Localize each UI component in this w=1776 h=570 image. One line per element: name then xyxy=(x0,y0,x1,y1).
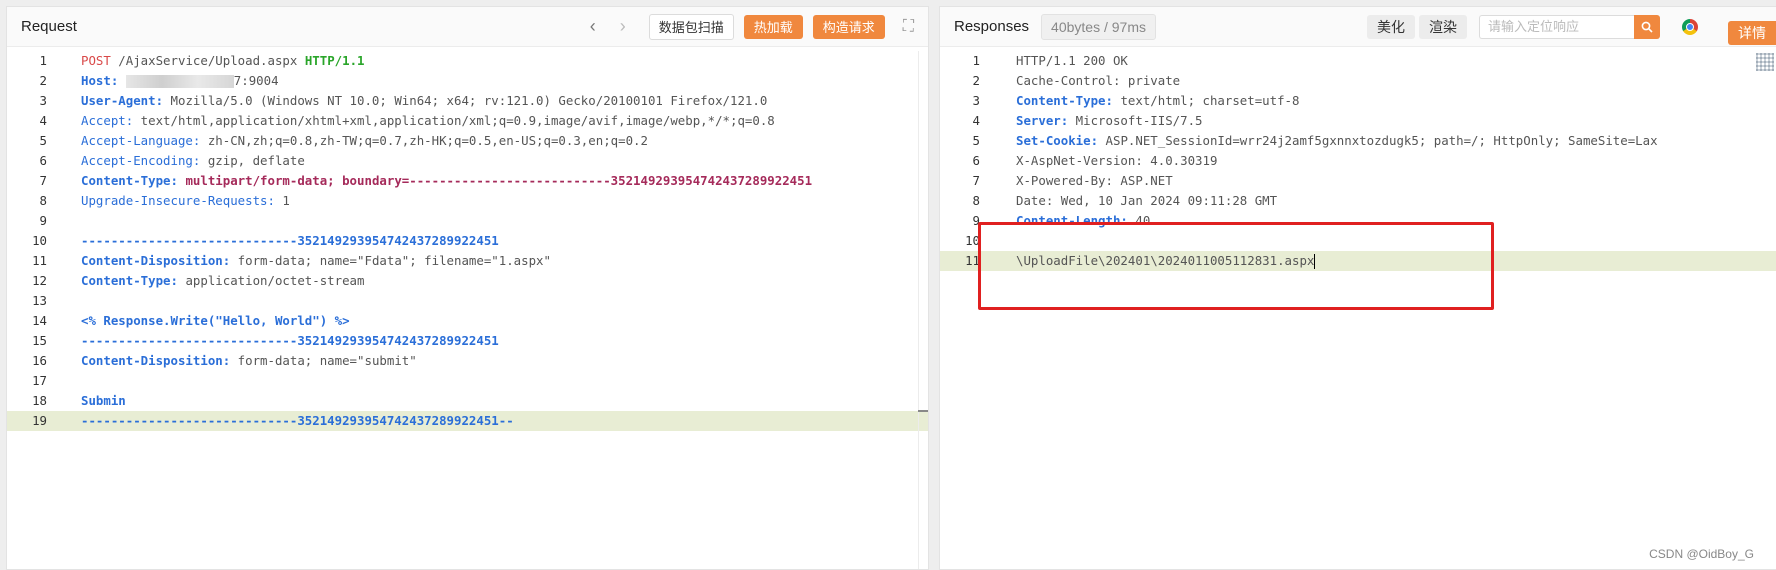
code-line: 13 xyxy=(32,293,47,308)
request-panel: Request ‹ › 数据包扫描 热加载 构造请求 ⛶ 1 POST /Ajax… xyxy=(6,6,929,570)
scrollbar-thumb[interactable] xyxy=(918,410,928,412)
watermark: CSDN @OidBoy_G xyxy=(1649,547,1754,561)
code-line: 7 Content-Type: multipart/form-data; boun… xyxy=(39,173,813,188)
code-line: 9 Content-Length: 40 xyxy=(972,213,1151,228)
construct-request-button[interactable]: 构造请求 xyxy=(812,14,885,39)
redacted-host xyxy=(125,75,234,88)
code-line: 3 User-Agent: Mozilla/5.0 (Windows NT 10.… xyxy=(39,93,768,108)
text-cursor xyxy=(1314,254,1316,269)
code-line: 3 Content-Type: text/html; charset=utf-8 xyxy=(972,93,1300,108)
code-line: 6 X-AspNet-Version: 4.0.30319 xyxy=(972,153,1218,168)
code-line: 12 Content-Type: application/octet-stream xyxy=(32,273,365,288)
expand-icon[interactable]: ⛶ xyxy=(903,18,914,36)
code-line: 1 HTTP/1.1 200 OK xyxy=(972,53,1128,68)
code-line: 10 xyxy=(965,233,980,248)
scan-packet-button[interactable]: 数据包扫描 xyxy=(648,13,734,40)
code-line-active: 19 -----------------------------352149293… xyxy=(7,411,928,431)
code-line: 7 X-Powered-By: ASP.NET xyxy=(972,173,1173,188)
size-time-badge: 40bytes / 97ms xyxy=(1041,13,1156,40)
code-line: 17 xyxy=(32,373,47,388)
code-line: 2 Cache-Control: private xyxy=(972,73,1181,88)
response-search xyxy=(1479,14,1660,39)
code-line: 6 Accept-Encoding: gzip, deflate xyxy=(39,153,305,168)
code-line-active: 11 \UploadFile\202401\2024011005112831.as… xyxy=(940,251,1776,271)
forward-arrow-icon[interactable]: › xyxy=(611,15,635,39)
hot-load-button[interactable]: 热加载 xyxy=(743,14,803,39)
code-line: 8 Upgrade-Insecure-Requests: 1 xyxy=(39,193,290,208)
code-line: 4 Accept: text/html,application/xhtml+xml… xyxy=(39,113,775,128)
request-title: Request xyxy=(21,18,77,35)
code-line: 1 POST /AjaxService/Upload.aspx HTTP/1.1 xyxy=(39,53,365,68)
code-line: 4 Server: Microsoft-IIS/7.5 xyxy=(972,113,1203,128)
chrome-icon[interactable] xyxy=(1682,18,1698,35)
details-button[interactable]: 详情 xyxy=(1728,21,1776,45)
request-header: Request ‹ › 数据包扫描 热加载 构造请求 ⛶ xyxy=(7,7,928,47)
code-line: 18 Submin xyxy=(32,393,126,408)
code-line: 10 -----------------------------352149293… xyxy=(32,233,499,248)
code-line: 2 Host: 7:9004 xyxy=(39,73,279,88)
back-arrow-icon[interactable]: ‹ xyxy=(581,15,605,39)
render-button[interactable]: 渲染 xyxy=(1419,14,1467,39)
code-line: 5 Set-Cookie: ASP.NET_SessionId=wrr24j2am… xyxy=(972,133,1658,148)
response-search-input[interactable] xyxy=(1479,14,1634,39)
response-viewer[interactable]: 1 HTTP/1.1 200 OK 2 Cache-Control: private… xyxy=(940,51,1776,569)
code-line: 16 Content-Disposition: form-data; name="… xyxy=(32,353,417,368)
code-line: 5 Accept-Language: zh-CN,zh;q=0.8,zh-TW;q… xyxy=(39,133,648,148)
code-line: 14 <% Response.Write("Hello, World") %> xyxy=(32,313,350,328)
request-editor[interactable]: 1 POST /AjaxService/Upload.aspx HTTP/1.1 … xyxy=(7,51,928,569)
response-header: Responses 40bytes / 97ms 美化 渲染 xyxy=(940,7,1776,47)
code-line: 9 xyxy=(39,213,47,228)
code-line: 15 -----------------------------352149293… xyxy=(32,333,499,348)
response-title: Responses xyxy=(954,18,1030,35)
code-line: 8 Date: Wed, 10 Jan 2024 09:11:28 GMT xyxy=(972,193,1278,208)
scrollbar-track[interactable] xyxy=(918,51,919,569)
search-icon[interactable] xyxy=(1634,14,1660,39)
code-line: 11 Content-Disposition: form-data; name="… xyxy=(32,253,551,268)
response-panel: Responses 40bytes / 97ms 美化 渲染 详情 1HTTP/… xyxy=(939,6,1776,570)
beautify-button[interactable]: 美化 xyxy=(1367,14,1415,39)
